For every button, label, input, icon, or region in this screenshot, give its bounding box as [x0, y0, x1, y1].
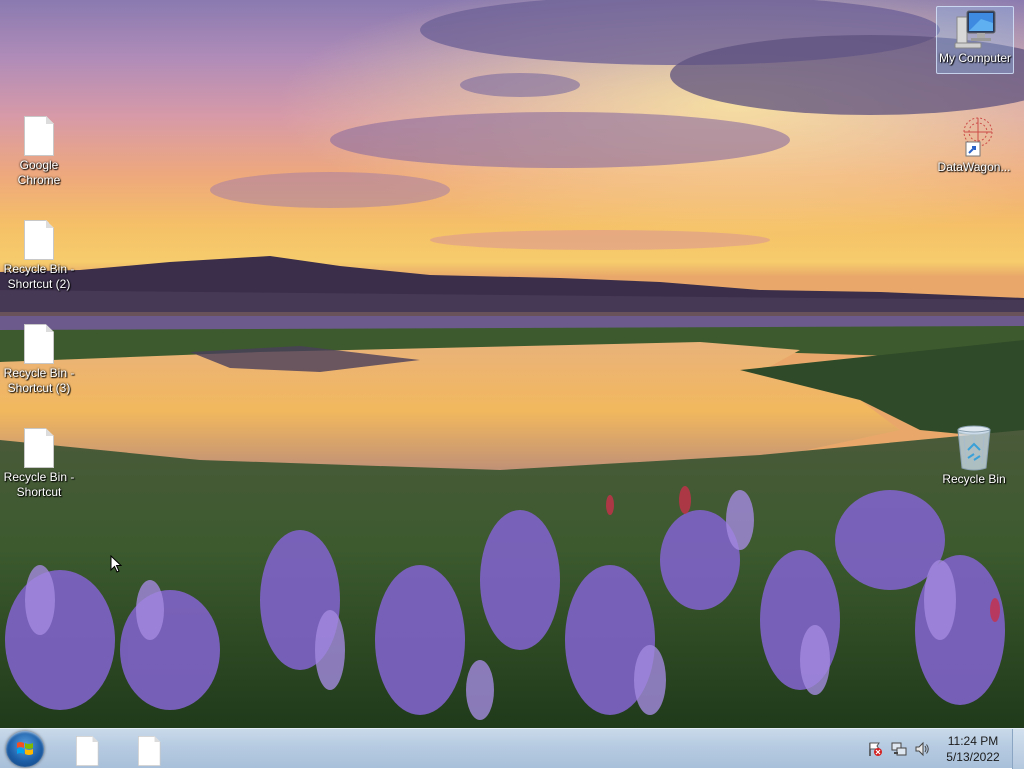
desktop-icon-label: Recycle Bin	[942, 472, 1006, 486]
action-center-flag-icon[interactable]	[867, 741, 883, 757]
clock-time: 11:24 PM	[947, 734, 999, 748]
label-line-2: Shortcut	[16, 485, 62, 499]
desktop-icon-label: Recycle Bin - Shortcut (3)	[3, 366, 76, 396]
windows-orb-icon	[17, 742, 33, 755]
blank-file-icon	[24, 220, 54, 260]
desktop-icon-recycle-bin-shortcut-2[interactable]: Recycle Bin - Shortcut (2)	[1, 220, 77, 292]
network-icon[interactable]	[891, 741, 907, 757]
label-line-2: Shortcut (3)	[7, 381, 71, 395]
label-line-1: Recycle Bin -	[3, 470, 75, 484]
recycle-bin-icon	[957, 425, 991, 471]
desktop-icon-recycle-bin-shortcut[interactable]: Recycle Bin - Shortcut	[1, 428, 77, 500]
volume-icon[interactable]	[914, 741, 930, 757]
desktop-icon-datawagon[interactable]: DataWagon...	[936, 112, 1012, 175]
desktop-icon-label: My Computer	[938, 51, 1012, 65]
desktop-icon-recycle-bin-shortcut-3[interactable]: Recycle Bin - Shortcut (3)	[1, 324, 77, 396]
blank-file-icon	[24, 116, 54, 156]
show-desktop-button[interactable]	[1012, 729, 1024, 769]
desktop-icon-label: Recycle Bin - Shortcut	[3, 470, 76, 500]
clock-date: 5/13/2022	[946, 750, 1000, 764]
start-button[interactable]	[6, 731, 44, 767]
computer-icon	[954, 10, 996, 49]
desktop-icon-google-chrome[interactable]: Google Chrome	[1, 116, 77, 188]
blank-file-icon	[24, 324, 54, 364]
desktop-icon-label: DataWagon...	[937, 160, 1011, 174]
desktop-wallpaper	[0, 0, 1024, 728]
label-line-2: Chrome	[17, 173, 61, 187]
desktop-icon-recycle-bin[interactable]: Recycle Bin	[936, 424, 1012, 487]
wallpaper-landscape	[0, 0, 1024, 728]
blank-file-icon	[76, 736, 99, 766]
label-line-1: Recycle Bin -	[3, 366, 75, 380]
label-line-1: Google	[19, 158, 59, 172]
blank-file-icon	[24, 428, 54, 468]
blank-file-icon	[138, 736, 161, 766]
system-clock[interactable]: 11:24 PM 5/13/2022	[934, 733, 1012, 765]
datawagon-icon	[963, 117, 993, 157]
taskbar: 11:24 PM 5/13/2022	[0, 728, 1024, 769]
label-line-1: Recycle Bin -	[3, 262, 75, 276]
label-line-2: Shortcut (2)	[7, 277, 71, 291]
desktop-icon-my-computer[interactable]: My Computer	[936, 6, 1014, 74]
desktop-icon-label: Google Chrome	[17, 158, 62, 188]
desktop-icon-label: Recycle Bin - Shortcut (2)	[3, 262, 76, 292]
taskbar-pinned-item-2[interactable]	[122, 733, 176, 766]
mouse-pointer-icon	[110, 555, 122, 573]
taskbar-pinned-item-1[interactable]	[60, 733, 114, 766]
